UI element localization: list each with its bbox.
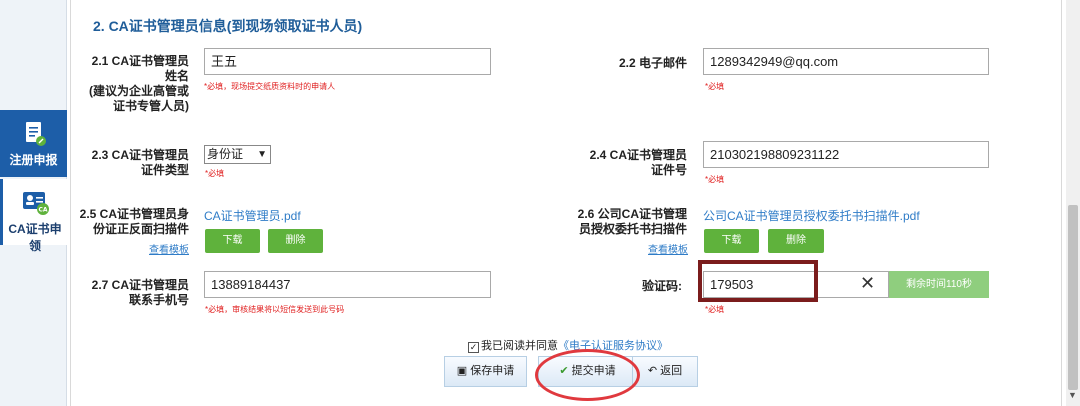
email-hint: *必填 xyxy=(705,82,725,91)
id-scan-label-line: 2.5 CA证书管理员身 xyxy=(79,207,189,221)
auth-scan-file-link[interactable]: 公司CA证书管理员授权委托书扫描件.pdf xyxy=(703,207,920,224)
undo-arrow-icon: ↶ xyxy=(647,365,658,377)
name-label-line: (建议为企业高管或 xyxy=(89,84,189,98)
chevron-down-icon[interactable]: ▼ xyxy=(1068,390,1077,400)
save-button[interactable]: ▣ 保存申请 xyxy=(444,356,527,387)
name-label-line: 2.1 CA证书管理员 xyxy=(91,54,189,68)
sidebar-item-label: CA证书申领 xyxy=(8,222,62,253)
back-button-label: 返回 xyxy=(660,365,683,377)
phone-hint: *必填，审核结果将以短信发送到此号码 xyxy=(205,305,345,314)
save-button-label: 保存申请 xyxy=(470,365,515,377)
name-field[interactable]: 王五 xyxy=(204,48,491,75)
phone-label: 2.7 CA证书管理员 联系手机号 xyxy=(81,278,189,308)
vertical-scrollbar[interactable]: ▼ xyxy=(1066,0,1080,406)
phone-label-line: 2.7 CA证书管理员 xyxy=(91,278,189,292)
name-label: 2.1 CA证书管理员 姓名 (建议为企业高管或 证书专管人员) xyxy=(81,54,189,114)
document-edit-icon xyxy=(25,122,46,146)
id-scan-label-line: 份证正反面扫描件 xyxy=(92,222,189,236)
submit-highlight-oval xyxy=(535,349,640,401)
name-hint: *必填，现场提交纸质资料时的申请人 xyxy=(204,82,336,91)
form-card: 2. CA证书管理员信息(到现场领取证书人员) 2.1 CA证书管理员 姓名 (… xyxy=(70,0,1062,406)
sidebar: 注册申报 CA CA证书申领 xyxy=(0,0,67,406)
name-label-line: 证书专管人员) xyxy=(113,99,189,113)
id-scan-download-button[interactable]: 下载 xyxy=(205,229,260,253)
phone-field[interactable]: 13889184437 xyxy=(204,271,491,298)
id-number-hint: *必填 xyxy=(705,175,725,184)
agreement-checkbox[interactable]: ✓ xyxy=(468,342,479,353)
captcha-timer-button[interactable]: 剩余时间110秒 xyxy=(889,271,989,298)
id-number-label-line: 证件号 xyxy=(650,163,687,177)
sidebar-item-register[interactable]: 注册申报 xyxy=(0,110,67,177)
floppy-disk-icon: ▣ xyxy=(456,365,468,377)
auth-scan-label: 2.6 公司CA证书管理 员授权委托书扫描件 xyxy=(571,207,687,237)
id-type-label: 2.3 CA证书管理员 证件类型 xyxy=(81,148,189,178)
id-scan-label: 2.5 CA证书管理员身 份证正反面扫描件 xyxy=(77,207,189,237)
chevron-down-icon: ▼ xyxy=(257,149,267,160)
captcha-highlight-box xyxy=(698,260,818,302)
id-card-icon: CA xyxy=(23,192,49,215)
id-scan-template-link[interactable]: 查看模板 xyxy=(149,241,189,256)
captcha-hint: *必填 xyxy=(705,305,725,314)
id-type-select[interactable]: 身份证 ▼ xyxy=(204,145,271,164)
email-label: 2.2 电子邮件 xyxy=(618,56,687,70)
phone-label-line: 联系手机号 xyxy=(128,293,189,307)
back-button[interactable]: ↶ 返回 xyxy=(632,356,698,387)
close-icon[interactable]: ✕ xyxy=(860,273,875,294)
id-scan-delete-button[interactable]: 删除 xyxy=(268,229,323,253)
auth-scan-download-button[interactable]: 下载 xyxy=(704,229,759,253)
id-type-value: 身份证 xyxy=(207,147,244,161)
name-label-line: 姓名 xyxy=(164,69,189,83)
auth-scan-label-line: 员授权委托书扫描件 xyxy=(578,222,687,236)
sidebar-item-label: 注册申报 xyxy=(9,153,58,167)
captcha-label: 验证码: xyxy=(642,279,682,293)
id-type-label-line: 证件类型 xyxy=(140,163,189,177)
email-field[interactable]: 1289342949@qq.com xyxy=(703,48,989,75)
id-number-label-line: 2.4 CA证书管理员 xyxy=(589,148,687,162)
agreement-text: 我已阅读并同意 xyxy=(481,340,558,352)
id-type-hint: *必填 xyxy=(205,169,225,178)
id-scan-file-link[interactable]: CA证书管理员.pdf xyxy=(204,207,301,224)
auth-scan-label-line: 2.6 公司CA证书管理 xyxy=(577,207,687,221)
auth-scan-delete-button[interactable]: 删除 xyxy=(768,229,824,253)
id-number-field[interactable]: 210302198809231122 xyxy=(703,141,989,168)
scrollbar-thumb[interactable] xyxy=(1068,205,1078,390)
auth-scan-template-link[interactable]: 查看模板 xyxy=(648,241,688,256)
svg-text:CA: CA xyxy=(38,207,47,214)
id-type-label-line: 2.3 CA证书管理员 xyxy=(91,148,189,162)
section-title: 2. CA证书管理员信息(到现场领取证书人员) xyxy=(93,18,363,34)
sidebar-item-ca-apply[interactable]: CA CA证书申领 xyxy=(0,179,67,253)
id-number-label: 2.4 CA证书管理员 证件号 xyxy=(551,148,687,178)
